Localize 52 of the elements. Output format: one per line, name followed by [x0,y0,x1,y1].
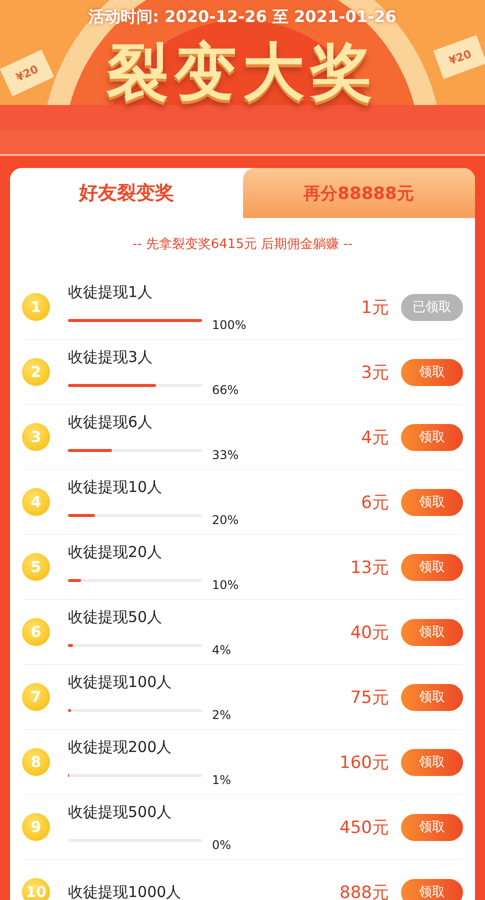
claim-button[interactable]: 领取 [401,748,463,776]
subtitle: -- 先拿裂变奖6415元 后期佣金躺赚 -- [131,236,354,254]
task-name: 收徒提现200人 [68,738,173,756]
rank-medal: 6 [22,618,50,646]
rank-medal: 5 [22,553,50,581]
progress-percent: 33% [212,448,239,462]
claim-button[interactable]: 领取 [401,878,463,900]
reward-amount: 4元 [361,426,389,448]
reward-amount: 13元 [350,556,389,578]
reward-amount: 160元 [340,752,389,774]
reward-amount: 75元 [350,686,389,708]
reward-amount: 6元 [361,492,389,514]
task-name: 收徒提现50人 [68,608,164,626]
task-name: 收徒提现500人 [68,802,173,822]
claim-button[interactable]: 已领取 [401,294,463,320]
task-name: 收徒提现100人 [68,672,173,692]
reward-amount: 1元 [361,296,389,318]
claim-button[interactable]: 领取 [401,684,463,710]
claim-button[interactable]: 领取 [401,554,463,580]
progress-percent: 66% [212,382,239,396]
task-name: 收徒提现10人 [68,478,164,496]
claim-button[interactable]: 领取 [401,814,463,840]
claim-button[interactable]: 领取 [401,358,463,386]
rank-medal: 8 [22,748,50,776]
progress-percent: 0% [212,838,232,852]
progress-percent: 100% [212,318,246,332]
task-name: 收徒提现1人 [68,282,154,302]
progress-percent: 10% [212,578,239,592]
task-name: 收徒提现3人 [68,348,154,366]
progress-percent: 2% [212,708,232,722]
progress-percent: 20% [212,512,239,526]
rank-medal: 10 [22,878,50,900]
rank-medal: 3 [22,423,50,451]
reward-amount: 3元 [361,362,389,384]
tab[interactable]: 再分88888元 [242,168,475,218]
reward-amount: 888元 [340,882,389,900]
task-name: 收徒提现1000人 [68,882,182,900]
banner-title: 裂变大奖 [106,34,378,110]
reward-amount: 450元 [340,816,389,838]
task-name: 收徒提现6人 [68,412,154,432]
task-name: 收徒提现20人 [68,542,164,562]
progress-percent: 1% [212,772,232,786]
rank-medal: 9 [22,813,50,841]
claim-button[interactable]: 领取 [401,488,463,516]
claim-button[interactable]: 领取 [401,618,463,646]
reward-amount: 40元 [350,622,389,644]
rank-medal: 4 [22,488,50,516]
rank-medal: 7 [22,683,50,711]
rank-medal: 1 [22,293,50,321]
progress-percent: 4% [212,642,232,656]
claim-button[interactable]: 领取 [401,424,463,450]
rank-medal: 2 [22,358,50,386]
